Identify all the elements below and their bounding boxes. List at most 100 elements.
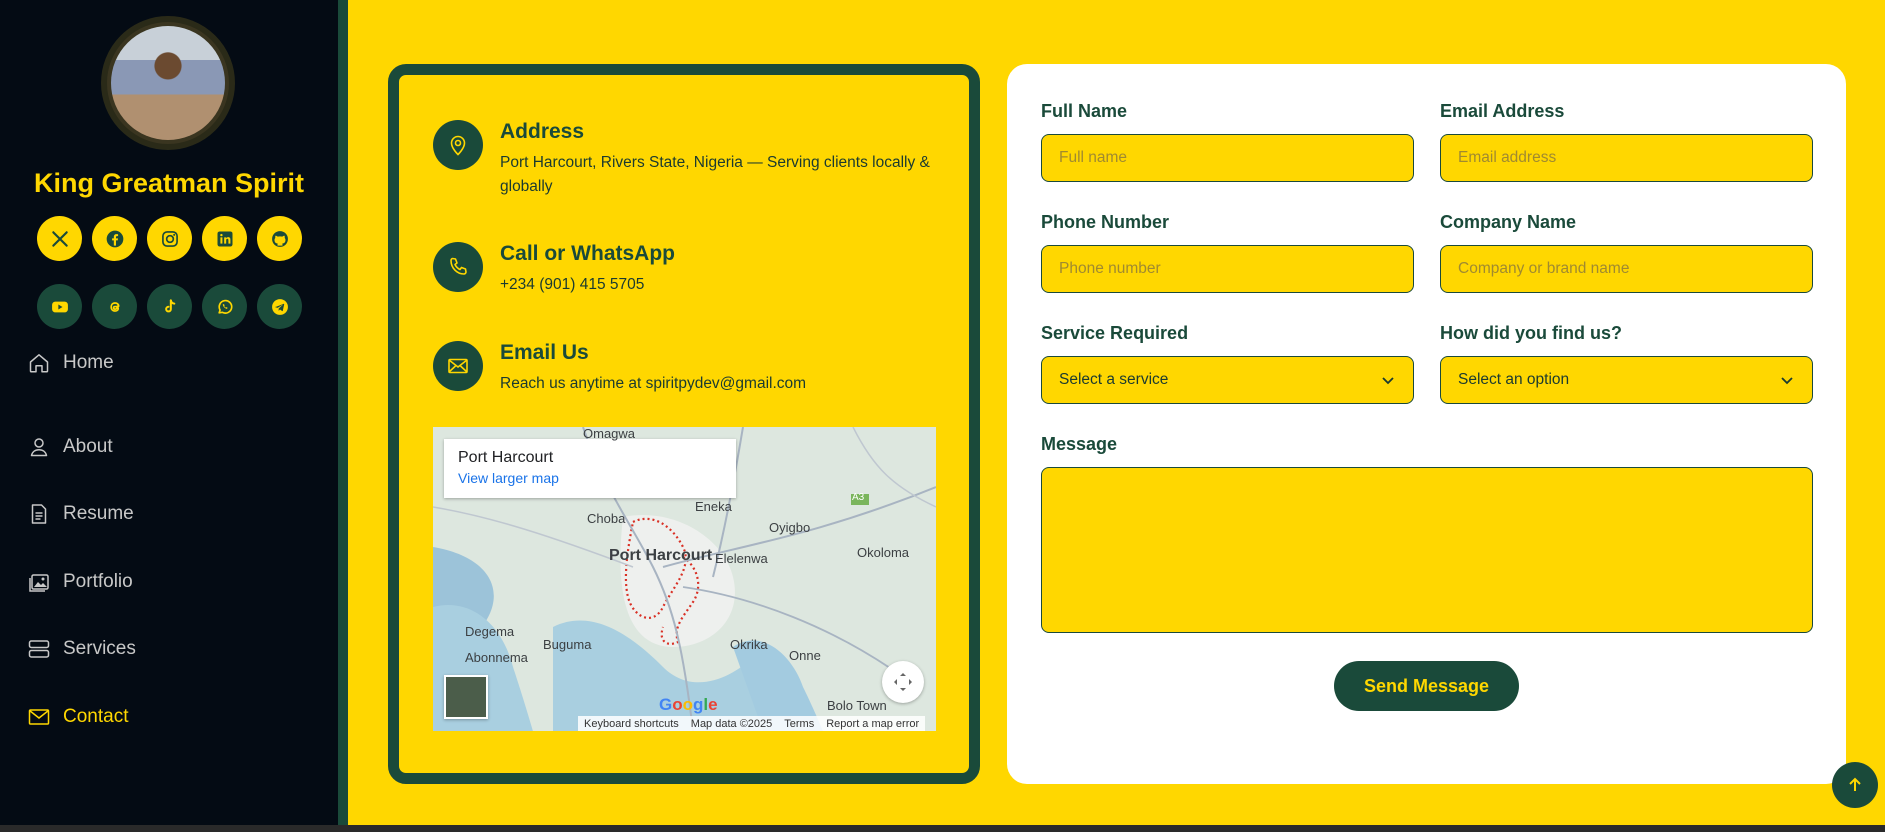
map-label: Okrika bbox=[730, 637, 768, 652]
map-layer-toggle[interactable] bbox=[444, 675, 488, 719]
company-label: Company Name bbox=[1440, 212, 1577, 232]
map-city-label: Port Harcourt bbox=[609, 547, 713, 564]
email-field: Email Address bbox=[1440, 101, 1813, 182]
phone-icon bbox=[433, 242, 483, 292]
terms-link[interactable]: Terms bbox=[784, 718, 814, 730]
map-label: Buguma bbox=[543, 637, 592, 652]
map-label: Abonnema bbox=[465, 650, 528, 665]
call-title: Call or WhatsApp bbox=[500, 242, 676, 265]
arrow-up-icon bbox=[1849, 777, 1861, 791]
phone-input[interactable] bbox=[1041, 245, 1414, 293]
back-to-top-button[interactable] bbox=[1832, 762, 1878, 808]
company-input[interactable] bbox=[1440, 245, 1813, 293]
keyboard-shortcuts-link[interactable]: Keyboard shortcuts bbox=[584, 718, 679, 730]
fullscreen-button[interactable] bbox=[882, 661, 924, 703]
map-data-text: Map data ©2025 bbox=[690, 717, 773, 730]
social-row-secondary bbox=[37, 284, 302, 329]
message-label: Message bbox=[1041, 434, 1118, 454]
message-textarea[interactable] bbox=[1041, 467, 1813, 633]
bottom-bar bbox=[0, 825, 1885, 832]
service-select-value: Select a service bbox=[1059, 371, 1169, 388]
nav-label-services: Services bbox=[63, 638, 136, 660]
source-field: How did you find us? Select an option bbox=[1440, 323, 1813, 404]
nav-label-contact: Contact bbox=[63, 705, 129, 727]
nav-label-resume: Resume bbox=[63, 503, 134, 525]
contact-info-card: Address Port Harcourt, Rivers State, Nig… bbox=[388, 64, 980, 784]
map-label: Omagwa bbox=[583, 427, 636, 441]
map-label: Onne bbox=[789, 648, 821, 663]
telegram-icon[interactable] bbox=[257, 284, 302, 329]
map-label: Choba bbox=[587, 511, 626, 526]
tiktok-icon[interactable] bbox=[147, 284, 192, 329]
email-title: Email Us bbox=[500, 341, 589, 364]
document-icon bbox=[31, 504, 47, 524]
google-logo: Google bbox=[659, 695, 718, 714]
source-label: How did you find us? bbox=[1440, 323, 1622, 343]
address-text: Port Harcourt, Rivers State, Nigeria — S… bbox=[500, 154, 930, 195]
service-select[interactable]: Select a service bbox=[1041, 356, 1414, 404]
contact-form: Full Name Email Address Phone Number Com… bbox=[1007, 64, 1846, 784]
service-field: Service Required Select a service bbox=[1041, 323, 1414, 404]
map-info-card: Port Harcourt View larger map bbox=[444, 439, 736, 498]
email-input[interactable] bbox=[1440, 134, 1813, 182]
email-label: Email Address bbox=[1440, 101, 1565, 121]
nav-label-portfolio: Portfolio bbox=[63, 570, 133, 592]
report-map-error-link[interactable]: Report a map error bbox=[826, 718, 919, 730]
phone-label: Phone Number bbox=[1041, 212, 1170, 232]
nav-item-services[interactable]: Services bbox=[27, 616, 136, 684]
map-label: Bolo Town bbox=[827, 698, 887, 713]
nav-item-home[interactable]: Home bbox=[27, 346, 136, 380]
call-text[interactable]: +234 (901) 415 5705 bbox=[500, 273, 950, 297]
linkedin-icon[interactable] bbox=[202, 216, 247, 261]
envelope-icon bbox=[433, 341, 483, 391]
message-field: Message bbox=[1041, 434, 1813, 633]
company-field: Company Name bbox=[1440, 212, 1813, 293]
nav-item-about[interactable]: About bbox=[27, 413, 136, 481]
nav-label-about: About bbox=[63, 435, 113, 457]
map-footer: Keyboard shortcuts Map data ©2025 Terms … bbox=[578, 716, 926, 731]
profile-name: King Greatman Spirit bbox=[33, 168, 305, 198]
envelope-icon bbox=[28, 709, 50, 725]
sidebar-border bbox=[338, 0, 348, 832]
map-label: Elelenwa bbox=[715, 551, 768, 566]
full-name-input[interactable] bbox=[1041, 134, 1414, 182]
home-icon bbox=[29, 354, 49, 373]
map-label: Okoloma bbox=[857, 545, 910, 560]
send-message-button[interactable]: Send Message bbox=[1334, 661, 1519, 711]
email-text[interactable]: Reach us anytime at spiritpydev@gmail.co… bbox=[500, 372, 950, 396]
nav-item-resume[interactable]: Resume bbox=[27, 481, 136, 549]
main-nav: Home About Resume Portfolio Services Con… bbox=[27, 346, 136, 751]
map-road-label: A3 bbox=[852, 492, 865, 503]
expand-icon bbox=[894, 673, 912, 691]
map-place-name: Port Harcourt bbox=[458, 449, 554, 466]
nav-item-portfolio[interactable]: Portfolio bbox=[27, 548, 136, 616]
instagram-icon[interactable] bbox=[147, 216, 192, 261]
avatar bbox=[101, 16, 235, 150]
embedded-map[interactable]: Port Harcourt View larger map Omagwa Cho… bbox=[433, 427, 936, 731]
phone-field: Phone Number bbox=[1041, 212, 1414, 293]
view-larger-map-link[interactable]: View larger map bbox=[458, 470, 722, 486]
youtube-icon[interactable] bbox=[37, 284, 82, 329]
map-pin-icon bbox=[433, 120, 483, 170]
whatsapp-icon[interactable] bbox=[202, 284, 247, 329]
avatar-photo bbox=[111, 26, 225, 140]
service-label: Service Required bbox=[1041, 323, 1189, 343]
facebook-icon[interactable] bbox=[92, 216, 137, 261]
full-name-field: Full Name bbox=[1041, 101, 1414, 182]
source-select[interactable]: Select an option bbox=[1440, 356, 1813, 404]
chevron-down-icon bbox=[1781, 377, 1793, 385]
map-label: Oyigbo bbox=[769, 520, 811, 535]
server-icon bbox=[28, 640, 50, 658]
full-name-label: Full Name bbox=[1041, 101, 1128, 121]
x-icon[interactable] bbox=[37, 216, 82, 261]
nav-item-contact[interactable]: Contact bbox=[27, 683, 136, 751]
address-title: Address bbox=[500, 120, 585, 143]
social-row-primary bbox=[37, 216, 302, 261]
chevron-down-icon bbox=[1382, 377, 1394, 385]
sidebar: King Greatman Spirit Home About Resume P… bbox=[0, 0, 338, 832]
github-icon[interactable] bbox=[257, 216, 302, 261]
threads-icon[interactable] bbox=[92, 284, 137, 329]
source-select-value: Select an option bbox=[1458, 371, 1570, 388]
map-label: Degema bbox=[465, 624, 515, 639]
images-icon bbox=[29, 574, 49, 592]
